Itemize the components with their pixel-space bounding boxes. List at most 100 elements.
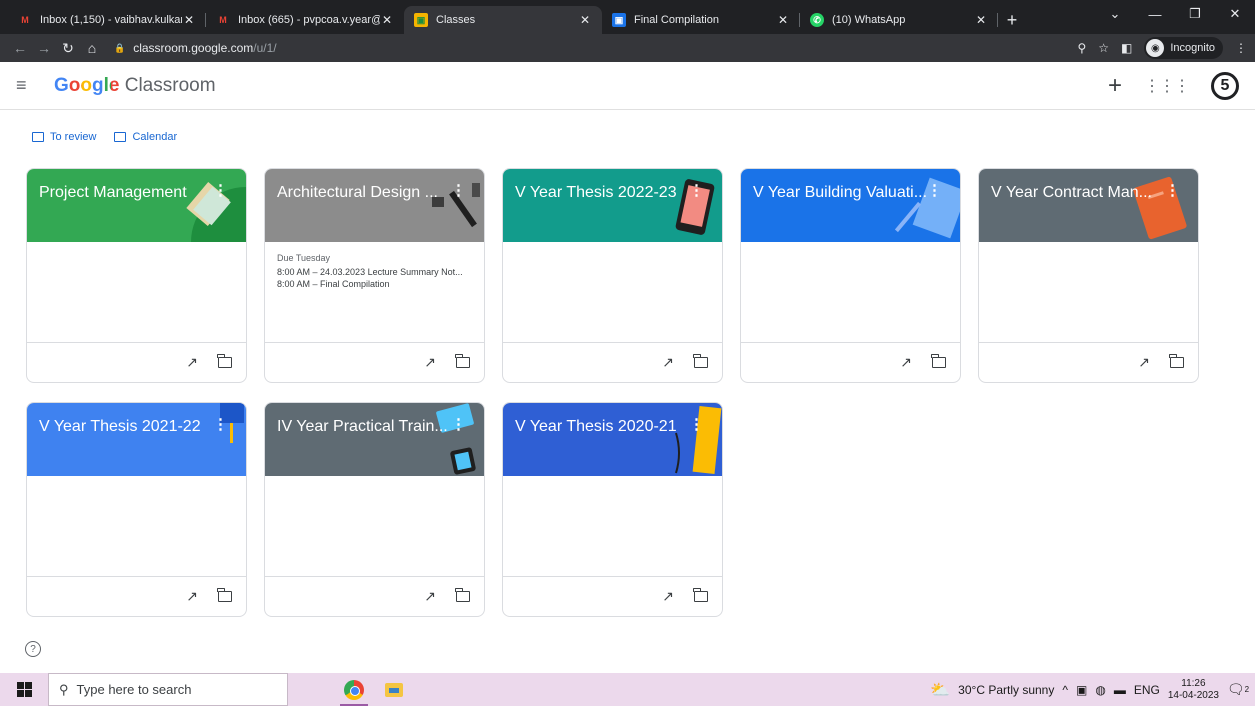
class-title[interactable]: V Year Contract Man... xyxy=(991,184,1166,202)
class-card[interactable]: Architectural Design ... ⋮ Due Tuesday 8… xyxy=(264,168,485,383)
zoom-icon[interactable]: ⚲ xyxy=(1077,41,1086,55)
folder-icon[interactable] xyxy=(455,588,470,602)
trending-icon[interactable]: ↗ xyxy=(424,354,436,371)
class-banner[interactable]: Architectural Design ... ⋮ xyxy=(265,169,484,242)
browser-tab-final-compilation[interactable]: ▣ Final Compilation ✕ xyxy=(602,6,800,34)
browser-tab-whatsapp[interactable]: ✆ (10) WhatsApp ✕ xyxy=(800,6,998,34)
class-title[interactable]: Project Management xyxy=(39,184,214,202)
more-options-icon[interactable]: ⋮ xyxy=(451,415,466,433)
close-icon[interactable]: ✕ xyxy=(776,13,790,27)
trending-icon[interactable]: ↗ xyxy=(662,354,674,371)
class-card[interactable]: Project Management ⋮ ↗ xyxy=(26,168,247,383)
close-window-icon[interactable]: ✕ xyxy=(1215,0,1255,28)
trending-icon[interactable]: ↗ xyxy=(186,588,198,605)
close-icon[interactable]: ✕ xyxy=(182,13,196,27)
battery-icon[interactable]: ▬ xyxy=(1114,683,1126,697)
class-card[interactable]: V Year Contract Man... ⋮ ↗ xyxy=(978,168,1199,383)
class-card[interactable]: V Year Thesis 2021-22 ⋮ ↗ xyxy=(26,402,247,617)
weather-icon[interactable]: ⛅ xyxy=(930,680,950,700)
trending-icon[interactable]: ↗ xyxy=(424,588,436,605)
class-banner[interactable]: V Year Thesis 2020-21 ⋮ xyxy=(503,403,722,476)
class-banner[interactable]: Project Management ⋮ xyxy=(27,169,246,242)
more-options-icon[interactable]: ⋮ xyxy=(1165,181,1180,199)
meet-icon[interactable]: ▣ xyxy=(1076,683,1087,697)
main-menu-icon[interactable]: ≡ xyxy=(16,75,40,96)
app-logo[interactable]: Google Classroom xyxy=(54,75,216,97)
reload-icon[interactable]: ↻ xyxy=(56,40,80,57)
star-icon[interactable]: ☆ xyxy=(1098,41,1109,55)
class-card[interactable]: V Year Thesis 2020-21 ⋮ ↗ xyxy=(502,402,723,617)
home-icon[interactable]: ⌂ xyxy=(80,40,104,56)
class-title[interactable]: V Year Building Valuati... xyxy=(753,184,928,202)
create-join-class-button[interactable]: + xyxy=(1108,72,1122,100)
folder-icon[interactable] xyxy=(1169,354,1184,368)
class-title[interactable]: V Year Thesis 2022-23 xyxy=(515,184,690,202)
google-apps-icon[interactable]: ⋮⋮⋮ xyxy=(1144,76,1190,96)
new-tab-button[interactable]: + xyxy=(998,6,1026,34)
forward-icon[interactable]: → xyxy=(32,40,56,56)
windows-start-icon[interactable] xyxy=(0,682,48,697)
class-card[interactable]: V Year Thesis 2022-23 ⋮ ↗ xyxy=(502,168,723,383)
weather-text[interactable]: 30°C Partly sunny xyxy=(958,683,1054,697)
trending-icon[interactable]: ↗ xyxy=(1138,354,1150,371)
class-card[interactable]: V Year Building Valuati... ⋮ ↗ xyxy=(740,168,961,383)
taskbar-search-input[interactable]: ⚲ Type here to search xyxy=(48,673,288,706)
browser-menu-icon[interactable]: ⋮ xyxy=(1235,41,1247,55)
maximize-icon[interactable]: ❐ xyxy=(1175,0,1215,28)
clock[interactable]: 11:26 14-04-2023 xyxy=(1168,678,1219,702)
more-options-icon[interactable]: ⋮ xyxy=(689,415,704,433)
notifications-icon[interactable]: 🗨 2 xyxy=(1227,679,1249,701)
incognito-badge[interactable]: ◉ Incognito xyxy=(1144,37,1223,59)
class-title[interactable]: V Year Thesis 2021-22 xyxy=(39,418,214,436)
class-banner[interactable]: V Year Building Valuati... ⋮ xyxy=(741,169,960,242)
due-item[interactable]: 8:00 AM – 24.03.2023 Lecture Summary Not… xyxy=(277,266,472,278)
more-options-icon[interactable]: ⋮ xyxy=(689,181,704,199)
tab-search-icon[interactable]: ⌄ xyxy=(1095,0,1135,28)
language-indicator[interactable]: ENG xyxy=(1134,683,1160,697)
class-banner[interactable]: V Year Thesis 2021-22 ⋮ xyxy=(27,403,246,476)
close-icon[interactable]: ✕ xyxy=(974,13,988,27)
show-hidden-icons-icon[interactable]: ^ xyxy=(1062,683,1068,697)
chrome-taskbar-icon[interactable] xyxy=(334,673,374,706)
browser-tab-gmail-1[interactable]: M Inbox (1,150) - vaibhav.kulkarni@ ✕ xyxy=(8,6,206,34)
more-options-icon[interactable]: ⋮ xyxy=(927,181,942,199)
network-icon[interactable]: ◍ xyxy=(1095,683,1105,697)
file-explorer-icon[interactable] xyxy=(374,673,414,706)
more-options-icon[interactable]: ⋮ xyxy=(213,415,228,433)
trending-icon[interactable]: ↗ xyxy=(900,354,912,371)
more-options-icon[interactable]: ⋮ xyxy=(451,181,466,199)
browser-tab-classes[interactable]: ▣ Classes ✕ xyxy=(404,6,602,34)
folder-icon[interactable] xyxy=(455,354,470,368)
folder-icon[interactable] xyxy=(217,354,232,368)
class-banner[interactable]: V Year Thesis 2022-23 ⋮ xyxy=(503,169,722,242)
class-title[interactable]: IV Year Practical Train... xyxy=(277,418,452,436)
account-avatar[interactable]: 5 xyxy=(1211,71,1239,100)
more-options-icon[interactable]: ⋮ xyxy=(213,181,228,199)
folder-icon[interactable] xyxy=(693,354,708,368)
minimize-icon[interactable]: — xyxy=(1135,0,1175,28)
class-banner[interactable]: IV Year Practical Train... ⋮ xyxy=(265,403,484,476)
help-icon[interactable]: ? xyxy=(25,641,41,657)
close-icon[interactable]: ✕ xyxy=(380,13,394,27)
class-title[interactable]: V Year Thesis 2020-21 xyxy=(515,418,690,436)
class-banner[interactable]: V Year Contract Man... ⋮ xyxy=(979,169,1198,242)
trending-icon[interactable]: ↗ xyxy=(186,354,198,371)
close-icon[interactable]: ✕ xyxy=(578,13,592,27)
side-panel-icon[interactable]: ◧ xyxy=(1121,41,1132,55)
trending-icon[interactable]: ↗ xyxy=(662,588,674,605)
back-icon[interactable]: ← xyxy=(8,40,32,56)
blueprint-illustration xyxy=(894,177,960,239)
calendar-label: Calendar xyxy=(132,131,178,143)
class-title[interactable]: Architectural Design ... xyxy=(277,184,452,202)
due-item[interactable]: 8:00 AM – Final Compilation xyxy=(277,278,472,290)
class-card[interactable]: IV Year Practical Train... ⋮ ↗ xyxy=(264,402,485,617)
calendar-link[interactable]: Calendar xyxy=(114,131,177,143)
to-review-link[interactable]: To review xyxy=(32,131,96,143)
incognito-icon: ◉ xyxy=(1146,39,1165,57)
class-due-list: Due Tuesday 8:00 AM – 24.03.2023 Lecture… xyxy=(265,242,484,342)
folder-icon[interactable] xyxy=(217,588,232,602)
address-bar[interactable]: 🔒 classroom.google.com/u/1/ xyxy=(114,37,1077,59)
browser-tab-gmail-2[interactable]: M Inbox (665) - pvpcoa.v.year@pvp ✕ xyxy=(206,6,404,34)
folder-icon[interactable] xyxy=(693,588,708,602)
folder-icon[interactable] xyxy=(931,354,946,368)
